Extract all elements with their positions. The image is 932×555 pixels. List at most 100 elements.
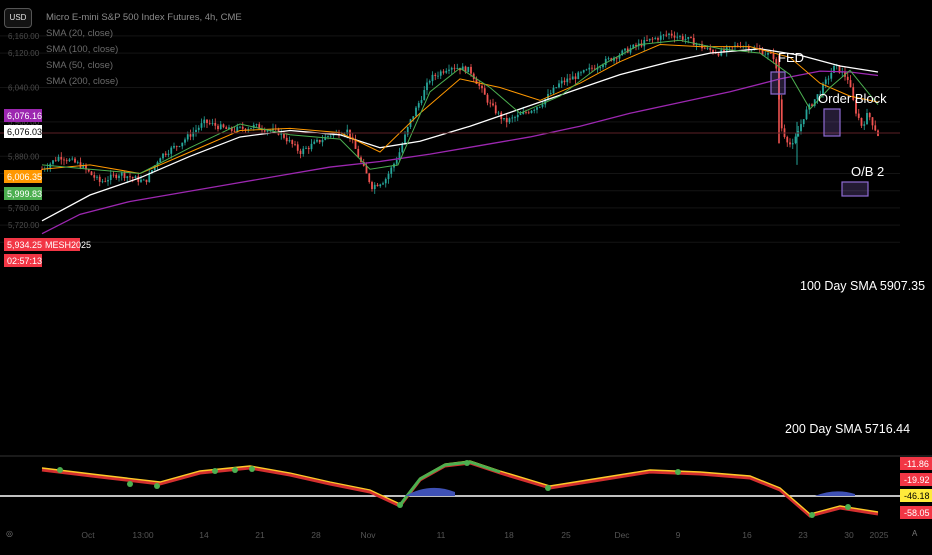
candle-body bbox=[687, 37, 690, 39]
oscillator-cross-dot bbox=[154, 483, 160, 489]
candle-body bbox=[467, 66, 470, 73]
candle-body bbox=[800, 124, 802, 132]
candle-body bbox=[217, 125, 219, 130]
candle-body bbox=[233, 130, 236, 132]
candle-body bbox=[239, 126, 241, 128]
legend-sma-200[interactable]: SMA (200, close) bbox=[46, 74, 242, 90]
candle-body bbox=[74, 158, 76, 163]
candle-body bbox=[296, 144, 299, 151]
candle-body bbox=[197, 127, 200, 130]
candle-body bbox=[120, 172, 123, 176]
candle-body bbox=[175, 145, 178, 147]
legend-sma-100[interactable]: SMA (100, close) bbox=[46, 42, 242, 58]
candle-body bbox=[431, 74, 434, 82]
candle-body bbox=[302, 148, 305, 154]
candle-body bbox=[692, 37, 695, 46]
currency-button[interactable]: USD bbox=[4, 8, 32, 28]
candle-body bbox=[57, 157, 60, 161]
candle-body bbox=[514, 117, 516, 119]
candle-body bbox=[112, 174, 115, 176]
candle-body bbox=[318, 139, 321, 143]
candle-body bbox=[585, 69, 588, 71]
x-tick-label: 25 bbox=[561, 530, 571, 540]
candle-body bbox=[71, 158, 74, 160]
candle-body bbox=[164, 153, 167, 155]
oscillator-cross-dot bbox=[845, 504, 851, 510]
oscillator-cross-dot bbox=[232, 467, 238, 473]
candle-body bbox=[657, 38, 659, 40]
candle-body bbox=[371, 182, 373, 190]
order-block-box[interactable] bbox=[823, 108, 841, 137]
annotation-200-day-sma: 200 Day SMA 5716.44 bbox=[785, 422, 910, 436]
candle-body bbox=[445, 70, 448, 73]
sma-200-line[interactable] bbox=[41, 70, 879, 235]
candle-body bbox=[288, 140, 291, 142]
candle-body bbox=[222, 124, 225, 128]
candle-body bbox=[794, 136, 797, 144]
candle-body bbox=[703, 48, 706, 50]
candle-body bbox=[189, 134, 192, 137]
legend-sma-50[interactable]: SMA (50, close) bbox=[46, 58, 242, 74]
candle-body bbox=[417, 103, 420, 108]
candle-body bbox=[76, 162, 79, 164]
oscillator-cross-dot bbox=[675, 469, 681, 475]
oscillator-signal-line[interactable] bbox=[41, 460, 879, 515]
candle-body bbox=[717, 53, 720, 56]
ob2-box[interactable] bbox=[841, 181, 869, 197]
candle-body bbox=[390, 167, 393, 174]
auto-scale-icon[interactable]: A bbox=[912, 529, 917, 538]
candle-body bbox=[420, 100, 423, 104]
candle-body bbox=[456, 68, 459, 69]
candle-body bbox=[52, 160, 54, 164]
candle-body bbox=[404, 134, 406, 145]
candle-body bbox=[824, 79, 827, 84]
candle-body bbox=[250, 127, 252, 129]
oscillator-value-label: -46.18 bbox=[904, 491, 930, 501]
fed-box[interactable] bbox=[770, 71, 786, 95]
candle-body bbox=[206, 119, 208, 123]
candle-body bbox=[115, 174, 118, 178]
candle-body bbox=[376, 184, 379, 187]
oscillator-cross-dot bbox=[212, 468, 218, 474]
candle-body bbox=[791, 143, 794, 145]
oscillator-slow-line[interactable] bbox=[41, 461, 879, 518]
candle-body bbox=[203, 119, 206, 124]
y-tick-label: 5,880.00 bbox=[8, 152, 40, 161]
annotation-fed: FED bbox=[778, 50, 804, 65]
candle-body bbox=[483, 88, 486, 95]
candle-body bbox=[805, 109, 808, 120]
candle-body bbox=[313, 141, 316, 144]
candle-body bbox=[142, 179, 145, 181]
candle-body bbox=[415, 107, 417, 117]
candle-body bbox=[373, 184, 376, 190]
candle-body bbox=[442, 71, 445, 73]
candle-body bbox=[764, 54, 767, 56]
candle-body bbox=[651, 38, 654, 40]
candle-body bbox=[574, 76, 577, 79]
candle-body bbox=[167, 153, 170, 155]
candle-body bbox=[118, 175, 120, 178]
candle-body bbox=[87, 169, 90, 172]
x-tick-label: Nov bbox=[360, 530, 376, 540]
logo-icon[interactable]: ◎ bbox=[6, 529, 13, 538]
candle-body bbox=[497, 112, 500, 114]
candle-body bbox=[134, 176, 137, 179]
candle-body bbox=[140, 179, 142, 182]
oscillator-fast-line[interactable] bbox=[398, 460, 501, 506]
candle-body bbox=[868, 113, 871, 118]
chart-legend: Micro E-mini S&P 500 Index Futures, 4h, … bbox=[46, 10, 242, 90]
candle-body bbox=[307, 147, 310, 150]
candle-body bbox=[690, 37, 692, 38]
oscillator-cross-dot bbox=[809, 512, 815, 518]
candle-body bbox=[395, 160, 398, 164]
candle-body bbox=[450, 67, 453, 70]
candle-body bbox=[662, 34, 665, 36]
x-tick-label: 23 bbox=[798, 530, 808, 540]
legend-sma-20[interactable]: SMA (20, close) bbox=[46, 26, 242, 42]
label-countdown: 02:57:13 bbox=[7, 256, 42, 266]
candle-body bbox=[68, 159, 71, 162]
candle-body bbox=[772, 53, 775, 60]
y-tick-label: 6,120.00 bbox=[8, 49, 40, 58]
x-tick-label: Oct bbox=[81, 530, 95, 540]
candle-body bbox=[434, 74, 437, 77]
